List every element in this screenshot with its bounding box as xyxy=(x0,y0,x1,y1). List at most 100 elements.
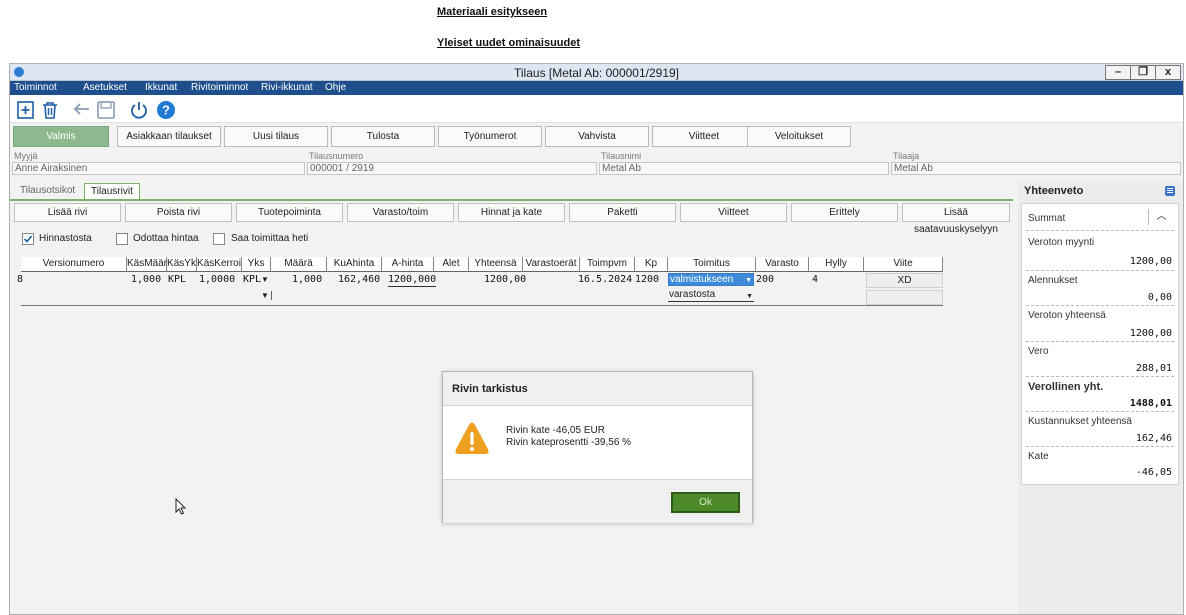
summary-label-veroton-yhteensa: Veroton yhteensä xyxy=(1028,310,1106,321)
toimitus-dropdown-icon[interactable]: ▼ xyxy=(745,275,752,286)
row-check-dialog: Rivin tarkistus Rivin kate -46,05 EUR Ri… xyxy=(442,371,753,523)
tab-tilausotsikot[interactable]: Tilausotsikot xyxy=(14,183,81,200)
toimitus2-select[interactable]: varastosta ▼ xyxy=(668,289,754,302)
tuotepoiminta-button[interactable]: Tuotepoiminta xyxy=(236,203,343,222)
col-yhteensa[interactable]: Yhteensä xyxy=(469,257,523,272)
cell-versionumero[interactable]: 8 xyxy=(17,274,23,287)
paketti-button[interactable]: Paketti xyxy=(569,203,676,222)
ok-button[interactable]: Ok xyxy=(671,492,740,513)
undo-icon[interactable] xyxy=(72,100,92,120)
col-versionumero[interactable]: Versionumero xyxy=(21,257,127,272)
summary-menu-icon[interactable] xyxy=(1165,186,1175,196)
lisaa-rivi-button[interactable]: Lisää rivi xyxy=(14,203,121,222)
hinnat-ja-kate-button[interactable]: Hinnat ja kate xyxy=(458,203,565,222)
vahvista-button[interactable]: Vahvista xyxy=(545,126,649,147)
summary-label-kustannukset: Kustannukset yhteensä xyxy=(1028,416,1132,427)
menu-ohje[interactable]: Ohje xyxy=(325,82,346,93)
toimitus2-dropdown-icon[interactable]: ▼ xyxy=(746,291,753,303)
col-varastoerat[interactable]: Varastoerät xyxy=(523,257,580,272)
menu-rivitoiminnot[interactable]: Rivitoiminnot xyxy=(191,82,248,93)
viitteet-row-button[interactable]: Viitteet xyxy=(680,203,787,222)
col-kuahinta[interactable]: KuAhinta xyxy=(327,257,382,272)
tilausnimi-label: Tilausnimi xyxy=(601,151,642,161)
col-viite[interactable]: Viite xyxy=(864,257,943,272)
valmis-button[interactable]: Valmis xyxy=(13,126,109,147)
col-toimitus[interactable]: Toimitus xyxy=(668,257,756,272)
col-kp[interactable]: Kp xyxy=(635,257,668,272)
menu-asetukset[interactable]: Asetukset xyxy=(83,82,127,93)
cell-kuahinta[interactable]: 162,460 xyxy=(338,274,380,287)
veloitukset-button[interactable]: Veloitukset xyxy=(747,126,851,147)
tilaaja-label: Tilaaja xyxy=(893,151,920,161)
col-hylly[interactable]: Hylly xyxy=(809,257,864,272)
odottaa-hintaa-checkbox[interactable] xyxy=(116,233,128,245)
save-icon[interactable] xyxy=(96,100,116,120)
varasto-toim-button[interactable]: Varasto/toim xyxy=(347,203,454,222)
col-toimpvm[interactable]: Toimpvm xyxy=(580,257,635,272)
action-bar: Valmis Asiakkaan tilaukset Uusi tilaus T… xyxy=(10,123,1183,149)
erittely-button[interactable]: Erittely xyxy=(791,203,898,222)
tilausnumero-field[interactable]: 000001 / 2919 xyxy=(307,162,597,175)
yks-dropdown-icon[interactable]: ▼ xyxy=(261,275,269,284)
close-button[interactable]: x xyxy=(1155,65,1181,80)
cell-yhteensa[interactable]: 1200,00 xyxy=(484,274,526,287)
uusi-tilaus-button[interactable]: Uusi tilaus xyxy=(224,126,328,147)
col-varasto[interactable]: Varasto xyxy=(756,257,809,272)
help-icon[interactable]: ? xyxy=(156,100,176,120)
tyonumerot-button[interactable]: Työnumerot xyxy=(438,126,542,147)
col-kasmaara[interactable]: KäsMäärä xyxy=(127,257,173,272)
menu-toiminnot[interactable]: Toiminnot xyxy=(14,82,57,93)
cell-yks[interactable]: KPL xyxy=(243,274,261,287)
doc-heading-features[interactable]: Yleiset uudet ominaisuudet xyxy=(437,37,580,49)
menu-ikkunat[interactable]: Ikkunat xyxy=(145,82,177,93)
trash-icon[interactable] xyxy=(40,100,60,120)
cell-ahinta[interactable]: 1200,000 xyxy=(388,274,437,287)
minimize-button[interactable]: – xyxy=(1105,65,1131,80)
table-row[interactable]: 8 1,000 KPL 1,0000 KPL ▼ ▼ 1,000 162,460… xyxy=(17,272,943,307)
cell-kasmaara[interactable]: 1,000 xyxy=(131,274,161,287)
power-icon[interactable] xyxy=(129,100,149,120)
title-bar: Tilaus [Metal Ab: 000001/2919] – ❐ x xyxy=(10,64,1183,81)
summary-header: Yhteenveto xyxy=(1024,185,1084,197)
cell-kaskerroin[interactable]: 1,0000 xyxy=(199,274,235,287)
doc-heading-material[interactable]: Materiaali esitykseen xyxy=(437,6,547,18)
poista-rivi-button[interactable]: Poista rivi xyxy=(125,203,232,222)
cell-kp[interactable]: 1200 xyxy=(635,274,659,287)
col-ahinta[interactable]: A-hinta xyxy=(382,257,434,272)
tulosta-button[interactable]: Tulosta xyxy=(331,126,435,147)
tilausnimi-field[interactable]: Metal Ab xyxy=(599,162,889,175)
col-kaskerroin[interactable]: KäsKerroi xyxy=(197,257,242,272)
viite-empty-cell[interactable] xyxy=(866,290,943,305)
myyja-field[interactable]: Anne Airaksinen xyxy=(12,162,305,175)
dialog-footer: Ok xyxy=(443,479,752,523)
asiakkaan-tilaukset-button[interactable]: Asiakkaan tilaukset xyxy=(117,126,221,147)
cell-maara[interactable]: 1,000 xyxy=(292,274,322,287)
cell-hylly[interactable]: 4 xyxy=(812,274,818,287)
viitteet-button[interactable]: Viitteet xyxy=(652,126,756,147)
lisaa-saatavuuskyselyyn-button[interactable]: Lisää saatavuuskyselyyn xyxy=(902,203,1010,235)
cell-kasyk[interactable]: KPL xyxy=(168,274,186,287)
saa-toimittaa-heti-label: Saa toimittaa heti xyxy=(231,233,309,244)
tab-underline xyxy=(10,199,1013,201)
new-document-icon[interactable] xyxy=(16,100,36,120)
collapse-chevron-icon[interactable]: ︿ xyxy=(1148,209,1174,225)
summary-separator xyxy=(1026,376,1174,377)
tilaaja-field[interactable]: Metal Ab xyxy=(891,162,1181,175)
cell-viite[interactable]: XD xyxy=(866,273,943,288)
menu-rivi-ikkunat[interactable]: Rivi-ikkunat xyxy=(261,82,313,93)
summary-label-kate: Kate xyxy=(1028,451,1049,462)
hinnastosta-checkbox[interactable] xyxy=(22,233,34,245)
toimitus-select[interactable]: valmistukseen ▼ xyxy=(668,273,754,286)
saa-toimittaa-heti-checkbox[interactable] xyxy=(213,233,225,245)
col-alet[interactable]: Alet xyxy=(434,257,469,272)
tab-tilausrivit[interactable]: Tilausrivit xyxy=(84,183,140,200)
yks-dropdown2-icon[interactable]: ▼ xyxy=(261,291,272,300)
summary-label-verollinen: Verollinen yht. xyxy=(1028,381,1104,393)
cell-varasto[interactable]: 200 xyxy=(756,274,774,287)
col-maara[interactable]: Määrä xyxy=(271,257,327,272)
col-yks[interactable]: Yks xyxy=(242,257,271,272)
order-rows-table: Versionumero KäsMäärä KäsYk KäsKerroi Yk… xyxy=(17,257,943,307)
col-kasyk[interactable]: KäsYk xyxy=(167,257,197,272)
restore-button[interactable]: ❐ xyxy=(1130,65,1156,80)
cell-toimpvm[interactable]: 16.5.2024 xyxy=(578,274,632,287)
